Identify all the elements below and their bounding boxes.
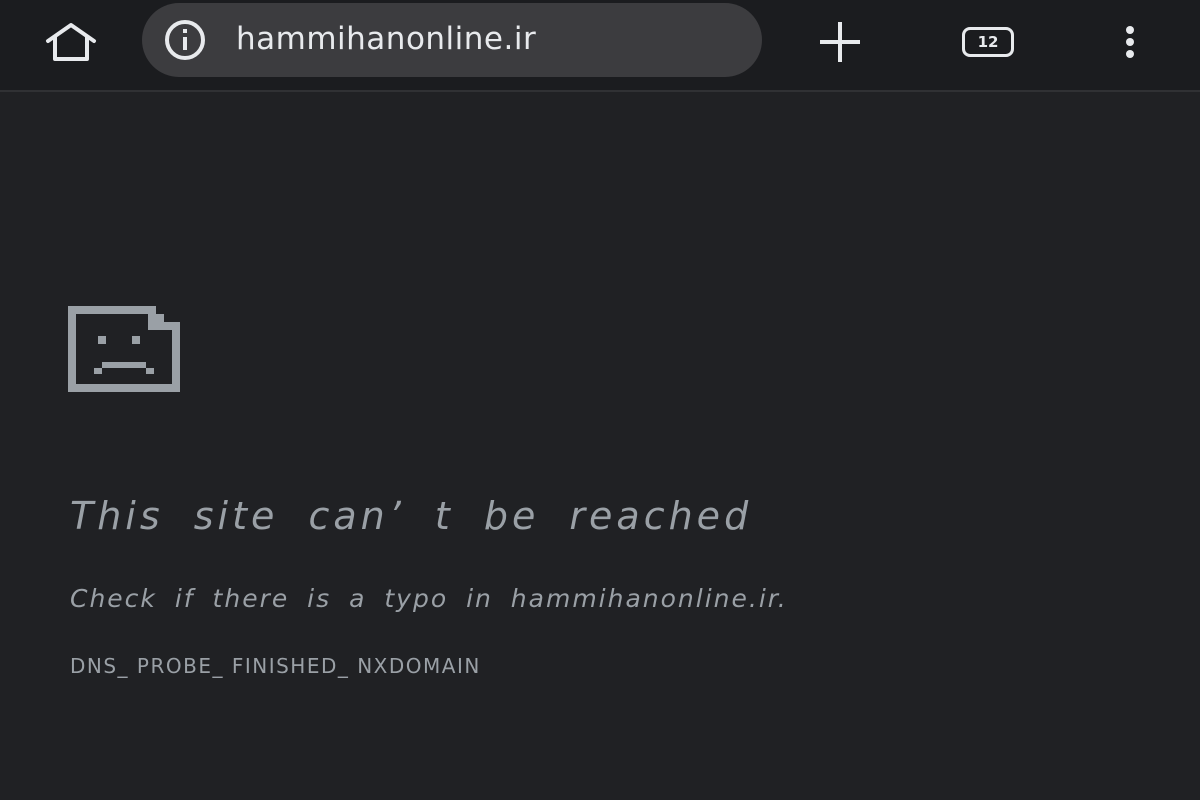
browser-toolbar: hammihanonline.ir 12 [0, 0, 1200, 92]
site-info-button[interactable] [160, 18, 210, 62]
tab-count: 12 [962, 27, 1014, 57]
address-bar[interactable]: hammihanonline.ir [142, 3, 762, 77]
tab-switcher-button[interactable]: 12 [955, 18, 1021, 66]
sad-page-icon [68, 306, 180, 392]
plus-icon [820, 22, 860, 62]
home-icon [46, 23, 96, 61]
error-page: This site can’ t be reached Check if the… [0, 94, 1200, 800]
error-code: DNS_ PROBE_ FINISHED_ NXDOMAIN [70, 654, 481, 678]
home-button[interactable] [38, 18, 104, 66]
menu-button[interactable] [1108, 18, 1152, 66]
info-icon [165, 20, 205, 60]
url-text[interactable]: hammihanonline.ir [236, 21, 536, 57]
vertical-dots-icon [1126, 26, 1134, 58]
error-description: Check if there is a typo in hammihanonli… [70, 584, 788, 613]
new-tab-button[interactable] [810, 18, 870, 66]
error-title: This site can’ t be reached [70, 494, 753, 538]
